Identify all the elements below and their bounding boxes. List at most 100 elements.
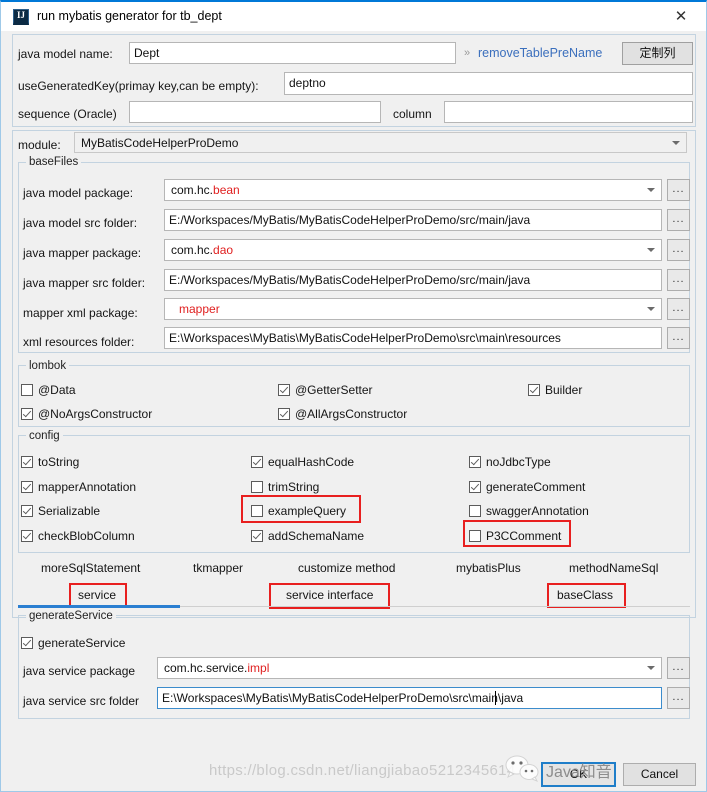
java-model-package-label: java model package: (23, 185, 133, 201)
tab-customize-method[interactable]: customize method (298, 560, 395, 576)
java-mapper-src-folder-label: java mapper src folder: (23, 275, 145, 291)
mapper-xml-package-select[interactable]: mapper (164, 298, 662, 320)
checkbox-allargsconstructor[interactable]: @AllArgsConstructor (278, 407, 407, 421)
java-mapper-package-value: com.hc.dao (171, 243, 233, 257)
use-generated-key-input[interactable]: deptno (284, 72, 693, 95)
xml-resources-folder-label: xml resources folder: (23, 334, 134, 350)
java-model-name-label: java model name: (18, 46, 113, 62)
java-mapper-src-folder-browse-button[interactable]: ... (667, 269, 690, 291)
lombok-title: lombok (26, 360, 69, 373)
cancel-button[interactable]: Cancel (623, 763, 696, 786)
text-caret (495, 691, 496, 705)
generate-service-title: generateService (26, 610, 116, 623)
xml-resources-folder-input[interactable]: E:\Workspaces\MyBatis\MyBatisCodeHelperP… (164, 327, 662, 349)
chevron-down-icon (647, 188, 655, 192)
java-mapper-src-folder-input[interactable]: E:/Workspaces/MyBatis/MyBatisCodeHelperP… (164, 269, 662, 291)
java-service-src-folder-browse-button[interactable]: ... (667, 687, 690, 709)
java-service-package-label: java service package (23, 663, 135, 679)
mapper-xml-package-value: mapper (179, 302, 220, 316)
checkbox-p3ccomment[interactable]: P3CComment (469, 529, 561, 543)
chevron-down-icon (672, 141, 680, 145)
sequence-oracle-label: sequence (Oracle) (18, 106, 117, 122)
java-model-src-folder-input[interactable]: E:/Workspaces/MyBatis/MyBatisCodeHelperP… (164, 209, 662, 231)
checkbox-equalhashcode[interactable]: equalHashCode (251, 455, 354, 469)
custom-column-button[interactable]: 定制列 (622, 42, 693, 65)
checkbox-label: checkBlobColumn (38, 529, 135, 543)
checkbox-box (251, 481, 263, 493)
config-title: config (26, 430, 63, 443)
base-files-title: baseFiles (26, 156, 81, 169)
module-select[interactable]: MyBatisCodeHelperProDemo (74, 132, 687, 153)
checkbox-generatecomment[interactable]: generateComment (469, 480, 585, 494)
checkbox-box (528, 384, 540, 396)
checkbox-noargsconstructor[interactable]: @NoArgsConstructor (21, 407, 152, 421)
java-mapper-package-select[interactable]: com.hc.dao (164, 239, 662, 261)
java-model-src-folder-browse-button[interactable]: ... (667, 209, 690, 231)
mapper-xml-package-label: mapper xml package: (23, 305, 138, 321)
checkbox-data[interactable]: @Data (21, 383, 76, 397)
checkbox-mapperannotation[interactable]: mapperAnnotation (21, 480, 136, 494)
checkbox-box (21, 530, 33, 542)
checkbox-label: Serializable (38, 504, 100, 518)
checkbox-box (278, 384, 290, 396)
tab-tkmapper[interactable]: tkmapper (193, 560, 243, 576)
java-service-src-folder-label: java service src folder (23, 693, 139, 709)
java-service-package-select[interactable]: com.hc.service.impl (157, 657, 662, 679)
checkbox-nojdbctype[interactable]: noJdbcType (469, 455, 551, 469)
checkbox-label: noJdbcType (486, 455, 551, 469)
column-input[interactable] (444, 101, 693, 123)
use-generated-key-label: useGeneratedKey(primay key,can be empty)… (18, 78, 259, 94)
java-service-package-value: com.hc.service.impl (164, 661, 269, 675)
checkbox-builder[interactable]: Builder (528, 383, 582, 397)
java-mapper-package-label: java mapper package: (23, 245, 141, 261)
checkbox-label: @GetterSetter (295, 383, 373, 397)
column-label: column (393, 106, 432, 122)
checkbox-box (251, 505, 263, 517)
checkbox-label: @Data (38, 383, 76, 397)
java-model-package-select[interactable]: com.hc.bean (164, 179, 662, 201)
java-service-package-browse-button[interactable]: ... (667, 657, 690, 679)
tab-service-interface[interactable]: service interface (286, 587, 373, 603)
checkbox-checkblobcolumn[interactable]: checkBlobColumn (21, 529, 135, 543)
checkbox-tostring[interactable]: toString (21, 455, 79, 469)
chevron-down-icon (647, 248, 655, 252)
tab-moresqlstatement[interactable]: moreSqlStatement (41, 560, 140, 576)
checkbox-swaggerannotation[interactable]: swaggerAnnotation (469, 504, 589, 518)
remove-table-pre-name-link[interactable]: removeTablePreName (478, 46, 602, 60)
close-icon[interactable]: ✕ (664, 4, 698, 30)
java-model-name-input[interactable]: Dept (129, 42, 456, 64)
tab-service[interactable]: service (78, 587, 116, 603)
checkbox-label: @NoArgsConstructor (38, 407, 152, 421)
checkbox-label: mapperAnnotation (38, 480, 136, 494)
java-service-src-folder-input[interactable]: E:\Workspaces\MyBatis\MyBatisCodeHelperP… (157, 687, 662, 709)
tab-baseclass[interactable]: baseClass (557, 587, 613, 603)
checkbox-box (21, 505, 33, 517)
java-model-package-value: com.hc.bean (171, 183, 240, 197)
checkbox-box (469, 530, 481, 542)
checkbox-label: exampleQuery (268, 504, 346, 518)
checkbox-addschemaname[interactable]: addSchemaName (251, 529, 364, 543)
checkbox-gettersetter[interactable]: @GetterSetter (278, 383, 373, 397)
checkbox-trimstring[interactable]: trimString (251, 480, 319, 494)
ok-button[interactable]: OK (541, 762, 616, 787)
java-mapper-package-browse-button[interactable]: ... (667, 239, 690, 261)
mapper-xml-package-browse-button[interactable]: ... (667, 298, 690, 320)
wechat-logo-icon (501, 754, 543, 784)
tab-mybatisplus[interactable]: mybatisPlus (456, 560, 521, 576)
dialog-window: IJ run mybatis generator for tb_dept ✕ j… (0, 0, 707, 792)
chevron-down-icon (647, 666, 655, 670)
tab-methodnamesql[interactable]: methodNameSql (569, 560, 658, 576)
title-bar: IJ run mybatis generator for tb_dept ✕ (1, 2, 706, 31)
checkbox-label: swaggerAnnotation (486, 504, 589, 518)
checkbox-box (21, 481, 33, 493)
checkbox-box (278, 408, 290, 420)
module-label: module: (18, 137, 61, 153)
checkbox-generateservice[interactable]: generateService (21, 636, 125, 650)
checkbox-examplequery[interactable]: exampleQuery (251, 504, 346, 518)
java-model-src-folder-label: java model src folder: (23, 215, 137, 231)
xml-resources-folder-browse-button[interactable]: ... (667, 327, 690, 349)
java-model-package-browse-button[interactable]: ... (667, 179, 690, 201)
sequence-oracle-input[interactable] (129, 101, 381, 123)
checkbox-box (469, 481, 481, 493)
checkbox-serializable[interactable]: Serializable (21, 504, 100, 518)
